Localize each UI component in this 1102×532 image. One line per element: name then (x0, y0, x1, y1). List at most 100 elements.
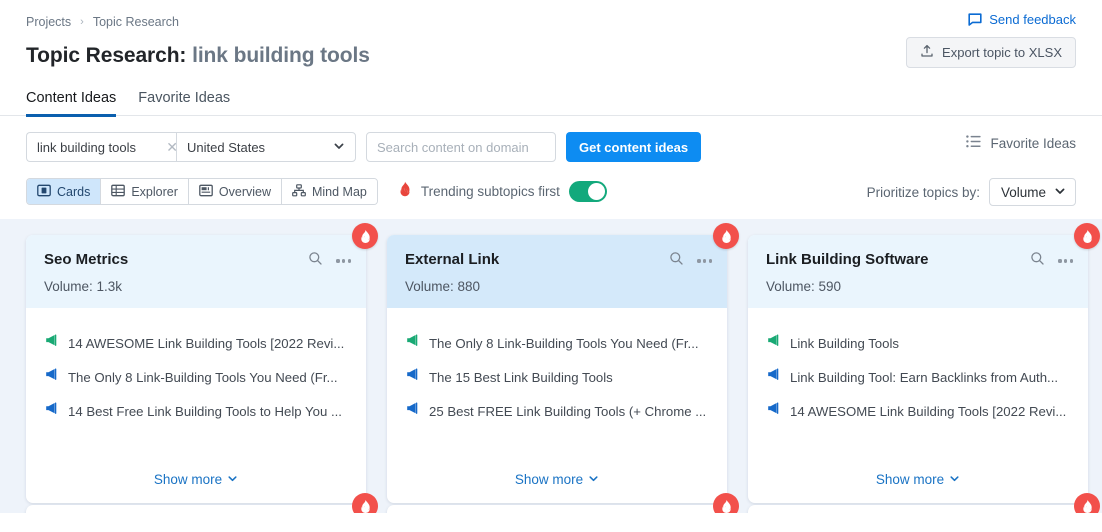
page-title: Topic Research: link building tools (26, 44, 370, 68)
topic-card-header: Seo Metrics Volume: 1.3k (26, 235, 366, 308)
view-mode-toggle-group: Cards Explorer Overview Mind Map (26, 178, 378, 205)
country-select[interactable]: United States (176, 132, 356, 162)
list-item-label: 14 Best Free Link Building Tools to Help… (68, 403, 342, 419)
favorite-ideas-button[interactable]: Favorite Ideas (966, 135, 1076, 151)
search-row: ✕ United States Get content ideas (26, 132, 1076, 162)
megaphone-icon (766, 402, 780, 420)
speech-bubble-icon (968, 12, 982, 27)
search-domain-input[interactable] (366, 132, 556, 162)
search-icon[interactable] (1030, 251, 1045, 271)
topic-card-header: Link Building Software Volume: 590 (748, 235, 1088, 308)
list-item[interactable]: 14 AWESOME Link Building Tools [2022 Rev… (44, 334, 348, 352)
page-header: Projects › Topic Research Topic Research… (0, 0, 1102, 68)
page-title-keyword: link building tools (192, 44, 370, 67)
topic-card[interactable]: External Link Volume: 880 The Only 8 Lin… (387, 235, 727, 503)
show-more-button[interactable]: Show more (44, 460, 348, 503)
search-icon[interactable] (308, 251, 323, 271)
topic-card-volume: Volume: 1.3k (44, 279, 123, 294)
topic-card-body: The Only 8 Link-Building Tools You Need … (387, 308, 727, 503)
topic-card-header: External Link Volume: 880 (387, 235, 727, 308)
list-item-label: 14 AWESOME Link Building Tools [2022 Rev… (790, 403, 1067, 419)
list-item-label: Link Building Tools (790, 335, 899, 351)
topic-card[interactable]: Seo Metrics Volume: 1.3k 14 AWESOME Link… (26, 235, 366, 503)
prioritize-select[interactable]: Volume (988, 178, 1076, 206)
list-item[interactable]: Link Building Tool: Earn Backlinks from … (766, 368, 1070, 386)
trending-badge[interactable] (1074, 223, 1100, 249)
keyword-input[interactable] (37, 139, 163, 155)
trending-badge[interactable] (713, 223, 739, 249)
trending-badge[interactable] (352, 493, 378, 513)
header-actions: Send feedback Export topic to XLSX (906, 12, 1076, 68)
get-content-ideas-button[interactable]: Get content ideas (566, 132, 702, 162)
card-slot: External Link Volume: 880 The Only 8 Lin… (387, 223, 739, 503)
trending-subtopics-toggle[interactable] (568, 181, 607, 202)
table-icon (111, 184, 126, 200)
send-feedback-button[interactable]: Send feedback (968, 12, 1076, 27)
next-cards-row (26, 493, 1100, 513)
list-item-label: Link Building Tool: Earn Backlinks from … (790, 369, 1059, 385)
topic-card-title: External Link (405, 251, 500, 268)
send-feedback-label: Send feedback (989, 12, 1076, 27)
ellipsis-icon[interactable] (697, 259, 712, 263)
keyword-country-group: ✕ United States (26, 132, 356, 162)
view-button-overview[interactable]: Overview (188, 179, 282, 204)
ellipsis-icon[interactable] (336, 259, 351, 263)
topic-card-partial[interactable] (387, 493, 739, 513)
chevron-down-icon (1054, 185, 1066, 200)
view-button-cards[interactable]: Cards (27, 179, 102, 204)
tab-bar: Content Ideas Favorite Ideas (0, 90, 1102, 117)
list-item[interactable]: The Only 8 Link-Building Tools You Need … (405, 334, 709, 352)
list-item[interactable]: Link Building Tools (766, 334, 1070, 352)
megaphone-icon (405, 368, 419, 386)
list-item[interactable]: 14 Best Free Link Building Tools to Help… (44, 402, 348, 420)
list-item[interactable]: 14 AWESOME Link Building Tools [2022 Rev… (766, 402, 1070, 420)
card-slot: Link Building Software Volume: 590 Link … (748, 223, 1100, 503)
chevron-right-icon: › (80, 16, 84, 28)
chevron-down-icon (227, 472, 238, 487)
search-icon[interactable] (669, 251, 684, 271)
list-icon (966, 135, 982, 151)
trending-subtopics-control: Trending subtopics first (398, 181, 607, 202)
breadcrumb-projects[interactable]: Projects (26, 15, 71, 29)
prioritize-select-value: Volume (1000, 184, 1046, 200)
chevron-down-icon (333, 140, 345, 155)
topic-card-actions (1030, 251, 1073, 271)
prioritize-label: Prioritize topics by: (866, 184, 980, 200)
view-button-explorer[interactable]: Explorer (101, 179, 189, 204)
view-button-cards-label: Cards (57, 184, 91, 199)
chevron-down-icon (588, 472, 599, 487)
favorite-ideas-label: Favorite Ideas (990, 135, 1076, 151)
topic-card-body: 14 AWESOME Link Building Tools [2022 Rev… (26, 308, 366, 503)
topic-card-volume: Volume: 590 (766, 279, 842, 294)
trending-badge[interactable] (1074, 493, 1100, 513)
megaphone-icon (405, 334, 419, 352)
list-item[interactable]: The 15 Best Link Building Tools (405, 368, 709, 386)
tab-content-ideas[interactable]: Content Ideas (26, 90, 117, 117)
topic-card-partial[interactable] (748, 493, 1100, 513)
mindmap-icon (292, 183, 306, 200)
breadcrumb-current: Topic Research (92, 15, 179, 29)
prioritize-control: Prioritize topics by: Volume (867, 178, 1076, 206)
card-slot: Seo Metrics Volume: 1.3k 14 AWESOME Link… (26, 223, 378, 503)
topic-card-partial[interactable] (26, 493, 378, 513)
list-item[interactable]: The Only 8 Link-Building Tools You Need … (44, 368, 348, 386)
show-more-button[interactable]: Show more (766, 460, 1070, 503)
tab-favorite-ideas[interactable]: Favorite Ideas (138, 90, 230, 116)
show-more-label: Show more (153, 472, 223, 487)
list-item-label: The Only 8 Link-Building Tools You Need … (68, 369, 338, 385)
upload-icon (920, 44, 934, 61)
list-item[interactable]: 25 Best FREE Link Building Tools (+ Chro… (405, 402, 709, 420)
view-button-mind-map[interactable]: Mind Map (281, 179, 377, 204)
topic-card[interactable]: Link Building Software Volume: 590 Link … (748, 235, 1088, 503)
show-more-button[interactable]: Show more (405, 460, 709, 503)
trending-badge[interactable] (713, 493, 739, 513)
megaphone-icon (44, 368, 58, 386)
flame-icon (398, 181, 412, 202)
overview-icon (199, 184, 213, 200)
export-xlsx-button[interactable]: Export topic to XLSX (906, 37, 1076, 68)
cards-grid: Seo Metrics Volume: 1.3k 14 AWESOME Link… (26, 223, 1100, 503)
trending-badge[interactable] (352, 223, 378, 249)
ellipsis-icon[interactable] (1058, 259, 1073, 263)
list-item-label: The Only 8 Link-Building Tools You Need … (429, 335, 699, 351)
trending-subtopics-label: Trending subtopics first (420, 184, 560, 199)
